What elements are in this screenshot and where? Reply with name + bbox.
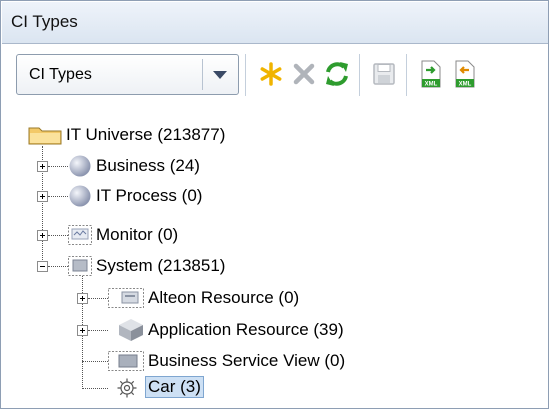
tree-node-label: Monitor (0) [96, 225, 179, 244]
tree-node-system[interactable]: System (213851) [68, 251, 328, 281]
tree-connector [48, 166, 68, 167]
toolbar-separator [359, 54, 360, 96]
tree-node-it-process[interactable]: IT Process (0) [68, 181, 328, 211]
tree-expander-alteon-resource[interactable] [77, 293, 88, 304]
export-xml-button[interactable]: XML [448, 58, 480, 90]
tree-node-label: Business (24) [96, 156, 200, 175]
refresh-button[interactable] [321, 58, 353, 90]
tree-expander-it-process[interactable] [37, 191, 48, 202]
cube-icon [119, 319, 143, 341]
service-view-icon [108, 351, 144, 371]
toolbar: CI Types XML XML [2, 44, 548, 106]
tree-connector [48, 235, 68, 236]
tree-node-monitor[interactable]: Monitor (0) [68, 220, 328, 250]
tree-node-label: IT Process (0) [96, 186, 203, 205]
export-xml-icon: XML [455, 60, 475, 88]
ci-types-panel: CI Types CI Types XML XML IT Universe (2… [0, 0, 549, 409]
tree-node-business-service-view[interactable]: Business Service View (0) [108, 346, 438, 376]
ci-types-combo[interactable]: CI Types [16, 54, 239, 95]
tree-node-label: IT Universe (213877) [66, 125, 226, 144]
refresh-icon [326, 62, 348, 86]
tree-node-application-resource[interactable]: Application Resource (39) [108, 315, 428, 345]
delete-icon [293, 63, 315, 85]
folder-icon [28, 127, 62, 145]
save-button[interactable] [368, 58, 400, 90]
import-xml-icon: XML [421, 60, 441, 88]
svg-text:XML: XML [425, 82, 438, 88]
svg-text:XML: XML [459, 82, 472, 88]
combo-value: CI Types [29, 66, 92, 83]
monitor-icon [68, 225, 92, 245]
tree-expander-system[interactable] [37, 261, 48, 272]
tree-node-car[interactable]: Car (3) [108, 373, 308, 403]
alteon-icon [108, 288, 144, 308]
tree-expander-monitor[interactable] [37, 230, 48, 241]
tree-connector [82, 361, 108, 362]
new-button[interactable] [255, 58, 287, 90]
toolbar-separator [245, 54, 246, 96]
tree-connector [48, 266, 68, 267]
gear-icon [117, 378, 137, 398]
tree-node-label-selected: Car (3) [145, 376, 204, 398]
toolbar-separator [406, 54, 407, 96]
tree-connector [88, 298, 108, 299]
tree-node-label: System (213851) [96, 256, 226, 275]
tree-node-it-universe[interactable]: IT Universe (213877) [28, 120, 328, 150]
tree-node-label: Application Resource (39) [148, 320, 344, 339]
system-icon [68, 256, 92, 276]
tree-connector [82, 388, 108, 389]
tree-node-label: Alteon Resource (0) [148, 288, 300, 307]
tree-node-business[interactable]: Business (24) [68, 151, 328, 181]
panel-title: CI Types [11, 12, 78, 31]
tree-connector [88, 330, 108, 331]
delete-button[interactable] [288, 58, 320, 90]
tree-connector [48, 196, 68, 197]
panel-header: CI Types [2, 2, 548, 44]
import-xml-button[interactable]: XML [414, 58, 446, 90]
sphere-icon [69, 185, 91, 207]
chevron-down-icon [202, 59, 227, 90]
ci-type-tree: IT Universe (213877) Business (24) IT Pr… [2, 107, 548, 409]
sphere-icon [69, 155, 91, 177]
tree-expander-business[interactable] [37, 161, 48, 172]
new-icon [260, 62, 282, 86]
tree-expander-application-resource[interactable] [77, 325, 88, 336]
tree-node-alteon-resource[interactable]: Alteon Resource (0) [108, 283, 408, 313]
save-icon [373, 63, 395, 85]
tree-node-label: Business Service View (0) [148, 351, 346, 370]
combo-dropdown-button[interactable] [202, 55, 238, 94]
